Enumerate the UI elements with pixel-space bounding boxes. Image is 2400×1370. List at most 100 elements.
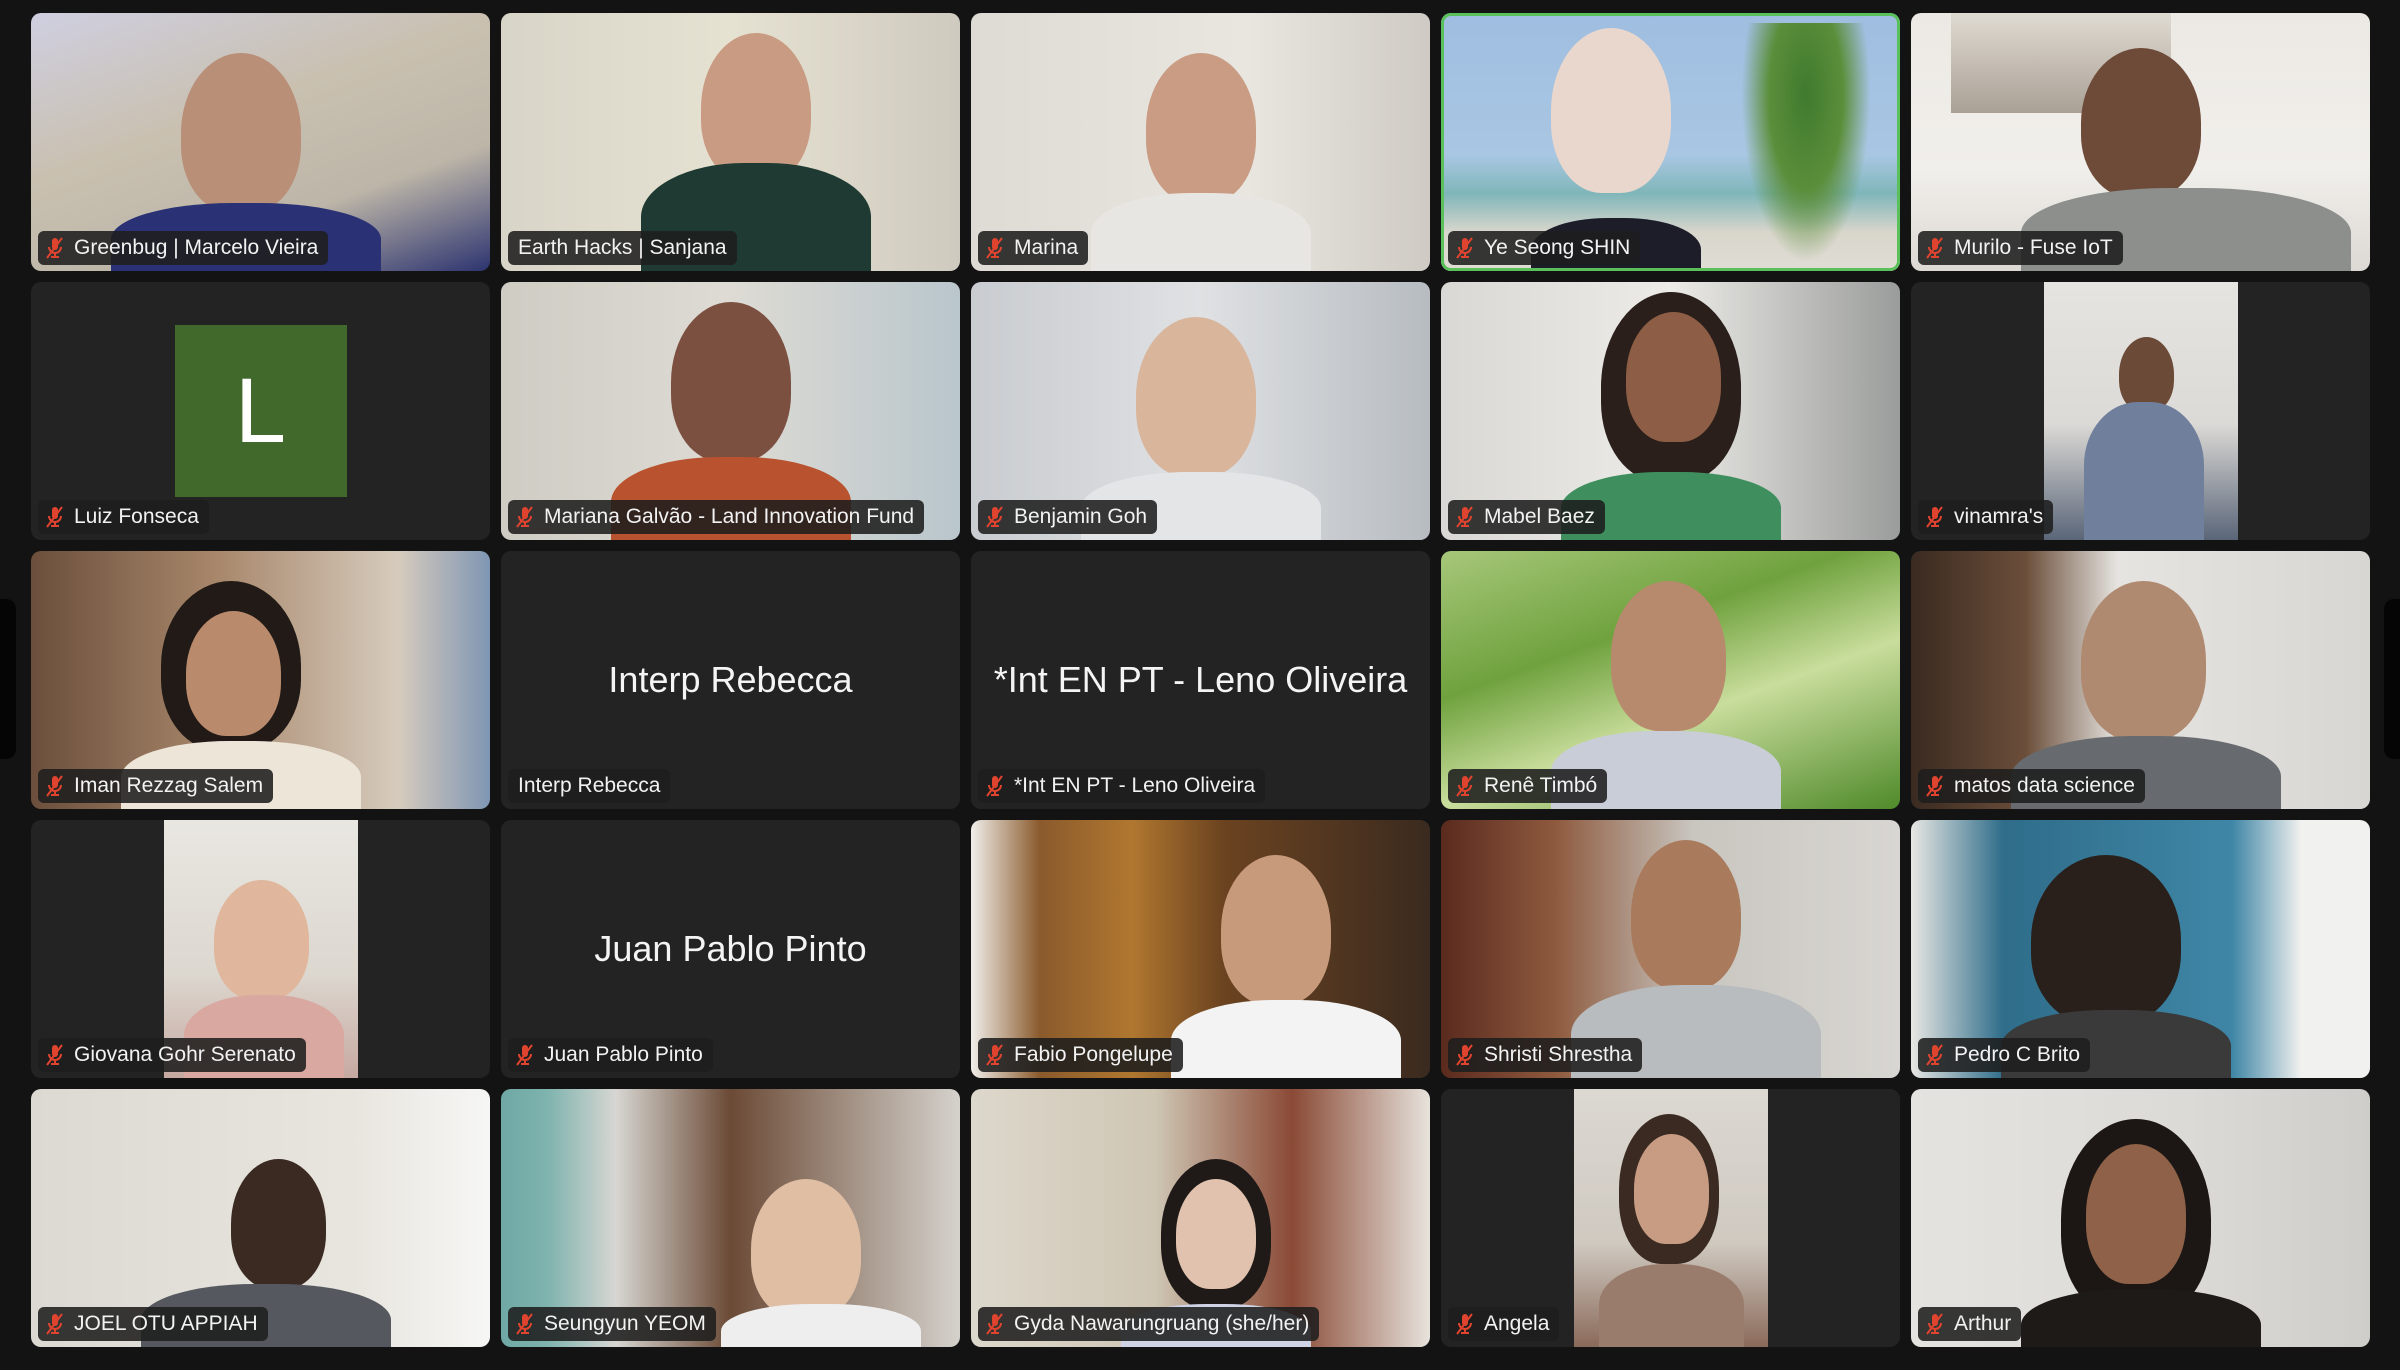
muted-mic-icon — [1456, 1044, 1473, 1066]
participant-tile[interactable]: Seungyun YEOM — [501, 1089, 960, 1347]
participant-tile[interactable]: Mariana Galvão - Land Innovation Fund — [501, 282, 960, 540]
muted-mic-icon — [46, 1044, 63, 1066]
participant-tile[interactable]: Giovana Gohr Serenato — [31, 820, 490, 1078]
participant-name: Pedro C Brito — [1954, 1043, 2081, 1066]
name-plate: Fabio Pongelupe — [978, 1038, 1183, 1072]
muted-mic-icon — [986, 506, 1003, 528]
participant-name: Luiz Fonseca — [74, 505, 199, 528]
muted-mic-icon — [986, 775, 1003, 797]
participant-tile[interactable]: Juan Pablo Pinto Juan Pablo Pinto — [501, 820, 960, 1078]
participant-name: Greenbug | Marcelo Vieira — [74, 236, 319, 259]
name-plate: Earth Hacks | Sanjana — [508, 231, 737, 265]
participant-name: Shristi Shrestha — [1484, 1043, 1633, 1066]
name-plate: Seungyun YEOM — [508, 1307, 716, 1341]
name-plate: Murilo - Fuse IoT — [1918, 231, 2123, 265]
name-plate: Interp Rebecca — [508, 769, 671, 803]
name-plate: JOEL OTU APPIAH — [38, 1307, 268, 1341]
participant-tile[interactable]: Greenbug | Marcelo Vieira — [31, 13, 490, 271]
participant-tile[interactable]: Arthur — [1911, 1089, 2370, 1347]
participant-name: Juan Pablo Pinto — [544, 1043, 703, 1066]
name-plate: Mabel Baez — [1448, 500, 1605, 534]
participant-name: Arthur — [1954, 1312, 2012, 1335]
name-plate: Gyda Nawarungruang (she/her) — [978, 1307, 1320, 1341]
participant-name: Marina — [1014, 236, 1079, 259]
muted-mic-icon — [1456, 1313, 1473, 1335]
participant-name: Fabio Pongelupe — [1014, 1043, 1173, 1066]
name-plate: Benjamin Goh — [978, 500, 1158, 534]
muted-mic-icon — [46, 1313, 63, 1335]
participant-tile[interactable]: Angela — [1441, 1089, 1900, 1347]
name-plate: *Int EN PT - Leno Oliveira — [978, 769, 1266, 803]
name-plate: Iman Rezzag Salem — [38, 769, 274, 803]
muted-mic-icon — [1926, 1313, 1943, 1335]
participant-tile[interactable]: Shristi Shrestha — [1441, 820, 1900, 1078]
participant-name: *Int EN PT - Leno Oliveira — [1014, 774, 1256, 797]
participant-name: JOEL OTU APPIAH — [74, 1312, 258, 1335]
muted-mic-icon — [986, 1044, 1003, 1066]
participant-tile[interactable]: Marina — [971, 13, 1430, 271]
participant-name: Ye Seong SHIN — [1484, 236, 1631, 259]
name-plate: vinamra's — [1918, 500, 2054, 534]
participant-name: Mabel Baez — [1484, 505, 1595, 528]
participant-tile[interactable]: Mabel Baez — [1441, 282, 1900, 540]
participant-tile[interactable]: Gyda Nawarungruang (she/her) — [971, 1089, 1430, 1347]
participant-tile[interactable]: Iman Rezzag Salem — [31, 551, 490, 809]
participant-tile[interactable]: matos data science — [1911, 551, 2370, 809]
participant-name: Iman Rezzag Salem — [74, 774, 264, 797]
participant-tile[interactable]: Pedro C Brito — [1911, 820, 2370, 1078]
muted-mic-icon — [46, 775, 63, 797]
name-plate: Pedro C Brito — [1918, 1038, 2091, 1072]
participant-name: Seungyun YEOM — [544, 1312, 706, 1335]
participant-name: Mariana Galvão - Land Innovation Fund — [544, 505, 915, 528]
muted-mic-icon — [1456, 506, 1473, 528]
name-plate: Ye Seong SHIN — [1448, 231, 1641, 265]
muted-mic-icon — [986, 237, 1003, 259]
muted-mic-icon — [1926, 775, 1943, 797]
name-plate: Greenbug | Marcelo Vieira — [38, 231, 329, 265]
muted-mic-icon — [516, 1313, 533, 1335]
name-plate: Marina — [978, 231, 1089, 265]
name-plate: Mariana Galvão - Land Innovation Fund — [508, 500, 925, 534]
name-plate: Shristi Shrestha — [1448, 1038, 1643, 1072]
participant-name: Renê Timbó — [1484, 774, 1598, 797]
muted-mic-icon — [516, 506, 533, 528]
name-plate: Luiz Fonseca — [38, 500, 209, 534]
name-plate: matos data science — [1918, 769, 2145, 803]
participant-tile[interactable]: Murilo - Fuse IoT — [1911, 13, 2370, 271]
name-plate: Renê Timbó — [1448, 769, 1608, 803]
muted-mic-icon — [46, 506, 63, 528]
participant-tile[interactable]: Interp Rebecca Interp Rebecca — [501, 551, 960, 809]
participant-name: matos data science — [1954, 774, 2135, 797]
participant-tile[interactable]: JOEL OTU APPIAH — [31, 1089, 490, 1347]
participant-name: Angela — [1484, 1312, 1550, 1335]
next-page-tab[interactable] — [2384, 599, 2400, 759]
video-feed — [2043, 282, 2238, 540]
muted-mic-icon — [46, 237, 63, 259]
participant-display-name: Juan Pablo Pinto — [594, 928, 867, 969]
participant-tile[interactable]: Fabio Pongelupe — [971, 820, 1430, 1078]
avatar: L — [174, 325, 347, 497]
muted-mic-icon — [986, 1313, 1003, 1335]
participant-tile[interactable]: Benjamin Goh — [971, 282, 1430, 540]
participant-tile[interactable]: L Luiz Fonseca — [31, 282, 490, 540]
participant-tile-active-speaker[interactable]: Ye Seong SHIN — [1441, 13, 1900, 271]
participant-name: Earth Hacks | Sanjana — [518, 236, 727, 259]
participant-tile[interactable]: Earth Hacks | Sanjana — [501, 13, 960, 271]
video-feed — [1573, 1089, 1768, 1347]
muted-mic-icon — [516, 1044, 533, 1066]
muted-mic-icon — [1926, 506, 1943, 528]
participant-display-name: Interp Rebecca — [608, 659, 853, 700]
muted-mic-icon — [1456, 237, 1473, 259]
muted-mic-icon — [1456, 775, 1473, 797]
participant-tile[interactable]: vinamra's — [1911, 282, 2370, 540]
participant-display-name: *Int EN PT - Leno Oliveira — [993, 659, 1408, 700]
participant-tile[interactable]: *Int EN PT - Leno Oliveira *Int EN PT - … — [971, 551, 1430, 809]
participant-name: Benjamin Goh — [1014, 505, 1148, 528]
participant-name: vinamra's — [1954, 505, 2044, 528]
participant-name: Murilo - Fuse IoT — [1954, 236, 2113, 259]
muted-mic-icon — [1926, 1044, 1943, 1066]
previous-page-tab[interactable] — [0, 599, 16, 759]
name-plate: Juan Pablo Pinto — [508, 1038, 713, 1072]
participant-tile[interactable]: Renê Timbó — [1441, 551, 1900, 809]
participant-name: Interp Rebecca — [518, 774, 661, 797]
